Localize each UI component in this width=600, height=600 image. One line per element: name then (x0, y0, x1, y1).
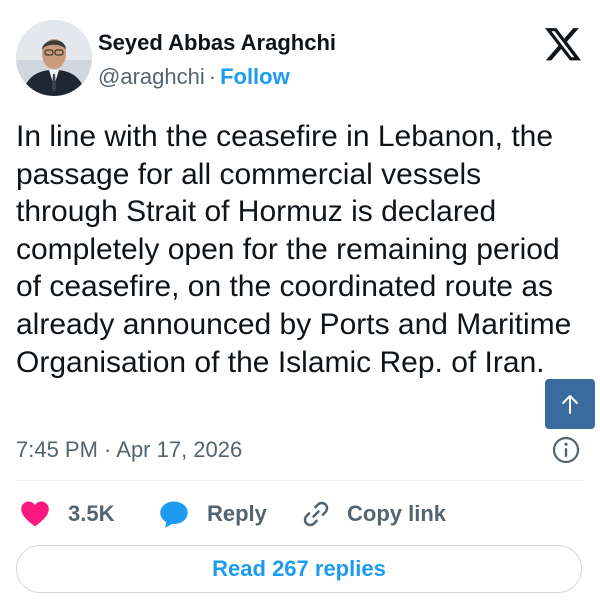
avatar[interactable] (16, 20, 92, 96)
read-replies-button[interactable]: Read 267 replies (16, 545, 582, 593)
like-button[interactable]: 3.5K (20, 497, 114, 531)
reply-label: Reply (207, 501, 267, 526)
copy-link-button[interactable]: Copy link (301, 497, 446, 531)
follow-button[interactable]: Follow (220, 64, 290, 89)
separator-dot: · (208, 64, 217, 89)
link-icon (303, 501, 329, 527)
author-handle[interactable]: @araghchi (98, 64, 205, 89)
tweet-embed-card: Seyed Abbas Araghchi @araghchi · Follow In… (0, 0, 600, 600)
tweet-timestamp[interactable]: 7:45 PM · Apr 17, 2026 (16, 437, 242, 463)
speech-bubble-icon (160, 501, 188, 528)
heart-icon (21, 501, 49, 527)
avatar-image (16, 20, 92, 96)
author-name[interactable]: Seyed Abbas Araghchi (98, 30, 336, 56)
read-replies-label: Read 267 replies (212, 556, 386, 581)
scroll-to-top-button[interactable] (545, 379, 595, 429)
reply-button[interactable]: Reply (159, 497, 267, 531)
like-count: 3.5K (68, 501, 115, 526)
copy-link-label: Copy link (347, 501, 447, 526)
x-logo-icon[interactable] (545, 28, 581, 62)
info-icon[interactable] (552, 436, 580, 464)
handle-row: @araghchi · Follow (98, 64, 290, 90)
arrow-up-icon (562, 395, 578, 414)
divider (16, 480, 584, 481)
tweet-text: In line with the ceasefire in Lebanon, t… (16, 120, 572, 379)
